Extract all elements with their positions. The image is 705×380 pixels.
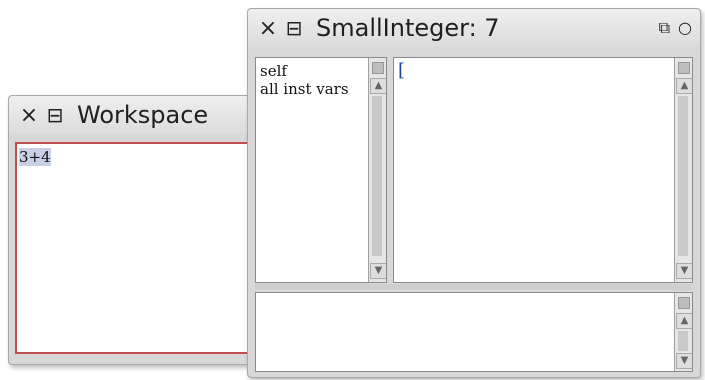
inspector-value-pane[interactable]: [ ▲ ▼: [393, 57, 693, 283]
scroll-down-icon[interactable]: ▼: [370, 263, 386, 279]
window-menu-icon[interactable]: ⊟: [284, 16, 304, 40]
close-icon[interactable]: ×: [19, 103, 39, 128]
scroll-track[interactable]: [678, 331, 688, 351]
scroll-track[interactable]: [678, 96, 688, 256]
scroll-menu-knob[interactable]: [678, 62, 690, 74]
close-icon[interactable]: ×: [258, 16, 278, 41]
scroll-down-icon[interactable]: ▼: [676, 353, 692, 369]
eval-pane-scrollbar[interactable]: ▲ ▼: [674, 293, 692, 371]
pane-splitter[interactable]: [255, 284, 691, 290]
inspector-field-list[interactable]: self all inst vars ▲ ▼: [255, 57, 387, 283]
collapse-icon[interactable]: ⧉: [659, 18, 670, 38]
field-list-item[interactable]: all inst vars: [260, 80, 349, 98]
scroll-menu-knob[interactable]: [678, 297, 690, 309]
workspace-title: Workspace: [77, 101, 209, 129]
scroll-track[interactable]: [372, 96, 382, 256]
scroll-up-icon[interactable]: ▲: [676, 78, 692, 94]
scroll-menu-knob[interactable]: [372, 62, 384, 74]
inspector-title: SmallInteger: 7: [316, 14, 500, 42]
inspector-window[interactable]: × ⊟ SmallInteger: 7 ⧉ ○ self all inst va…: [247, 8, 701, 378]
workspace-titlebar[interactable]: × ⊟ Workspace: [9, 96, 271, 134]
field-list-scrollbar[interactable]: ▲ ▼: [368, 58, 386, 282]
scroll-up-icon[interactable]: ▲: [370, 78, 386, 94]
value-pane-scrollbar[interactable]: ▲ ▼: [674, 58, 692, 282]
field-list-item[interactable]: self: [260, 62, 287, 80]
workspace-code-pane[interactable]: 3+4: [15, 142, 265, 354]
scroll-down-icon[interactable]: ▼: [676, 263, 692, 279]
expand-icon[interactable]: ○: [678, 18, 692, 38]
workspace-window[interactable]: × ⊟ Workspace 3+4: [8, 95, 272, 365]
inspector-eval-pane[interactable]: ▲ ▼: [255, 292, 693, 372]
scroll-up-icon[interactable]: ▲: [676, 313, 692, 329]
inspector-titlebar[interactable]: × ⊟ SmallInteger: 7 ⧉ ○: [248, 9, 700, 47]
value-text: [: [398, 60, 406, 81]
workspace-code-text: 3+4: [19, 148, 51, 166]
window-menu-icon[interactable]: ⊟: [45, 103, 65, 127]
